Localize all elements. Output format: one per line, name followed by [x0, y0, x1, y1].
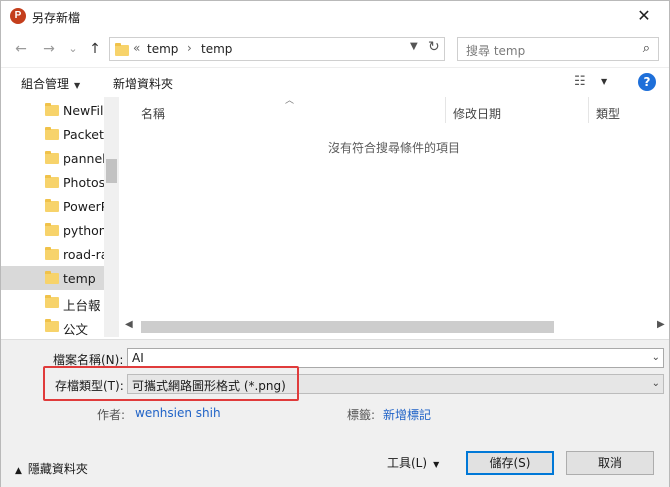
- chevron-down-icon[interactable]: ▼: [601, 77, 607, 86]
- nav-item-newfil[interactable]: NewFil: [1, 98, 104, 122]
- hide-folders-label: 隱藏資料夾: [27, 462, 88, 476]
- window-title: 另存新檔: [32, 11, 81, 25]
- annotation-highlight-box: [43, 366, 299, 401]
- nav-item-packet[interactable]: Packet: [1, 122, 104, 146]
- navigation-pane: NewFil Packet pannel Photos PowerP pytho…: [1, 97, 119, 337]
- navigation-pane-scrollbar[interactable]: [104, 97, 119, 337]
- organize-button[interactable]: 組合管理 ▼: [21, 75, 80, 92]
- forward-arrow-icon[interactable]: →: [39, 39, 59, 59]
- tools-button[interactable]: 工具(L) ▼: [387, 454, 439, 471]
- add-tags-link[interactable]: 新增標記: [383, 406, 431, 423]
- author-value[interactable]: wenhsien shih: [135, 406, 221, 420]
- file-list[interactable]: ︿ 名稱 修改日期 類型 沒有符合搜尋條件的項目 ◀ ▶: [119, 96, 669, 337]
- nav-item-powerp[interactable]: PowerP: [1, 194, 104, 218]
- column-divider[interactable]: [445, 97, 446, 123]
- nav-item-python[interactable]: python: [1, 218, 104, 242]
- tools-label: 工具(L): [387, 456, 428, 470]
- nav-item-label: NewFil: [63, 103, 104, 118]
- column-header-modified[interactable]: 修改日期: [453, 105, 501, 122]
- nav-item-temp[interactable]: temp: [1, 266, 104, 290]
- new-folder-button[interactable]: 新增資料夾: [113, 75, 173, 92]
- column-header-type[interactable]: 類型: [596, 105, 620, 122]
- title-bar: P 另存新檔 ✕: [1, 1, 669, 31]
- nav-item-label: Photos: [63, 175, 104, 190]
- folder-icon: [45, 319, 59, 332]
- search-input[interactable]: 搜尋 temp ⌕: [457, 37, 659, 61]
- scrollbar-thumb[interactable]: [141, 321, 554, 333]
- column-header-name[interactable]: 名稱: [141, 105, 165, 122]
- chevron-down-icon[interactable]: ▼: [410, 41, 418, 52]
- folder-icon: [45, 127, 59, 140]
- view-options-icon[interactable]: ☷: [574, 74, 586, 89]
- breadcrumb-item-temp-current[interactable]: temp: [201, 42, 232, 56]
- save-as-dialog: P 另存新檔 ✕ ← → ⌄ ↑ « temp › temp ▼ ↻ 搜尋 te…: [0, 0, 670, 487]
- folder-icon: [45, 295, 59, 308]
- recent-locations-chevron-icon[interactable]: ⌄: [63, 39, 83, 59]
- command-toolbar: 組合管理 ▼ 新增資料夾 ☷ ▼ ?: [1, 67, 669, 97]
- nav-item-pannel[interactable]: pannel: [1, 146, 104, 170]
- powerpoint-icon: P: [10, 8, 26, 24]
- nav-item-label: road-ra: [63, 247, 104, 262]
- nav-item-road-ra[interactable]: road-ra: [1, 242, 104, 266]
- up-arrow-icon[interactable]: ↑: [85, 39, 105, 59]
- scroll-right-icon[interactable]: ▶: [657, 319, 665, 330]
- nav-item-label: Packet: [63, 127, 104, 142]
- folder-icon: [45, 199, 59, 212]
- nav-item-shangtai[interactable]: 上台報: [1, 290, 104, 314]
- hide-folders-button[interactable]: ▲ 隱藏資料夾: [15, 460, 88, 477]
- filename-value: AI: [132, 351, 144, 365]
- file-list-horizontal-scrollbar[interactable]: ◀ ▶: [121, 319, 669, 335]
- folder-icon: [45, 271, 59, 284]
- organize-label: 組合管理: [21, 77, 70, 91]
- chevron-down-icon[interactable]: ⌄: [652, 352, 660, 363]
- author-label: 作者:: [97, 408, 126, 422]
- chevron-down-icon: ▼: [74, 81, 81, 90]
- folder-icon: [45, 223, 59, 236]
- nav-item-label: 上台報: [63, 298, 101, 313]
- chevron-down-icon[interactable]: ⌄: [652, 378, 660, 389]
- folder-icon: [45, 247, 59, 260]
- chevron-up-icon: ▲: [15, 466, 22, 476]
- scroll-left-icon[interactable]: ◀: [125, 319, 133, 330]
- scrollbar-thumb[interactable]: [106, 159, 117, 183]
- breadcrumb-item-temp[interactable]: temp: [147, 42, 178, 56]
- address-bar[interactable]: « temp › temp ▼ ↻: [109, 37, 445, 61]
- column-divider[interactable]: [588, 97, 589, 123]
- breadcrumb-overflow[interactable]: «: [133, 41, 140, 55]
- nav-item-label: pannel: [63, 151, 104, 166]
- folder-icon: [45, 103, 59, 116]
- empty-results-message: 沒有符合搜尋條件的項目: [327, 141, 460, 155]
- tags-label: 標籤:: [347, 408, 376, 422]
- navigation-bar: ← → ⌄ ↑ « temp › temp ▼ ↻ 搜尋 temp ⌕: [1, 35, 669, 63]
- save-button[interactable]: 儲存(S): [466, 451, 554, 475]
- folder-icon: [45, 151, 59, 164]
- filename-input[interactable]: AI ⌄: [127, 348, 664, 368]
- folder-icon: [115, 43, 129, 56]
- nav-item-label: temp: [63, 271, 96, 286]
- sort-ascending-icon: ︿: [285, 96, 295, 106]
- back-arrow-icon[interactable]: ←: [11, 39, 31, 59]
- nav-item-label: python: [63, 223, 104, 238]
- nav-item-photos[interactable]: Photos: [1, 170, 104, 194]
- cancel-button[interactable]: 取消: [566, 451, 654, 475]
- save-options-panel: 檔案名稱(N): AI ⌄ 存檔類型(T): 可攜式網路圖形格式 (*.png)…: [1, 339, 669, 487]
- nav-item-label: PowerP: [63, 199, 104, 214]
- help-icon[interactable]: ?: [638, 73, 656, 91]
- nav-item-gongwen[interactable]: 公文: [1, 314, 104, 337]
- chevron-down-icon: ▼: [433, 460, 440, 469]
- nav-item-label: 公文: [63, 322, 89, 337]
- breadcrumb-separator-icon[interactable]: ›: [187, 41, 192, 55]
- close-icon[interactable]: ✕: [633, 5, 655, 27]
- refresh-icon[interactable]: ↻: [428, 39, 440, 55]
- folder-icon: [45, 175, 59, 188]
- search-icon[interactable]: ⌕: [643, 41, 650, 56]
- search-placeholder: 搜尋 temp: [466, 44, 526, 58]
